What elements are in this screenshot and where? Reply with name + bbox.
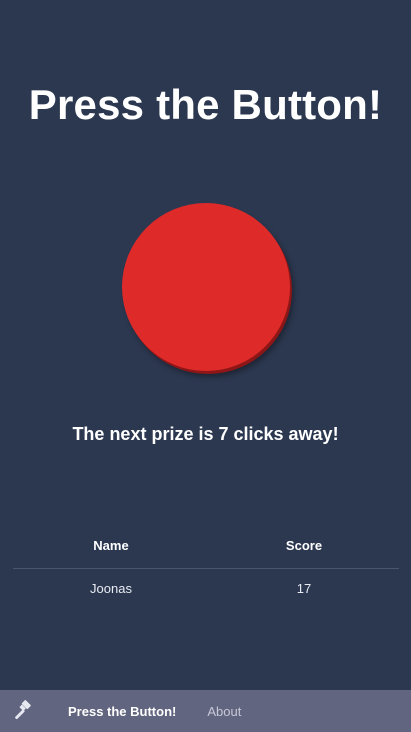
row-name-cell: Joonas: [90, 580, 132, 596]
nav-link-press-button[interactable]: Press the Button!: [68, 704, 176, 719]
nav-link-about[interactable]: About: [207, 704, 241, 719]
column-header-name: Name: [13, 530, 209, 569]
column-header-score: Score: [209, 530, 399, 569]
gavel-icon[interactable]: [12, 699, 36, 723]
row-score-cell: 17: [296, 580, 312, 596]
table-row: Joonas 17: [13, 569, 399, 608]
leaderboard-table: Name Score Joonas 17: [13, 530, 399, 607]
page-title: Press the Button!: [28, 81, 383, 128]
prize-message: The next prize is 7 clicks away!: [72, 424, 339, 444]
footer-nav: Press the Button! About: [0, 690, 411, 732]
leaderboard-header-row: Name Score: [13, 530, 399, 569]
press-button[interactable]: [122, 203, 290, 371]
